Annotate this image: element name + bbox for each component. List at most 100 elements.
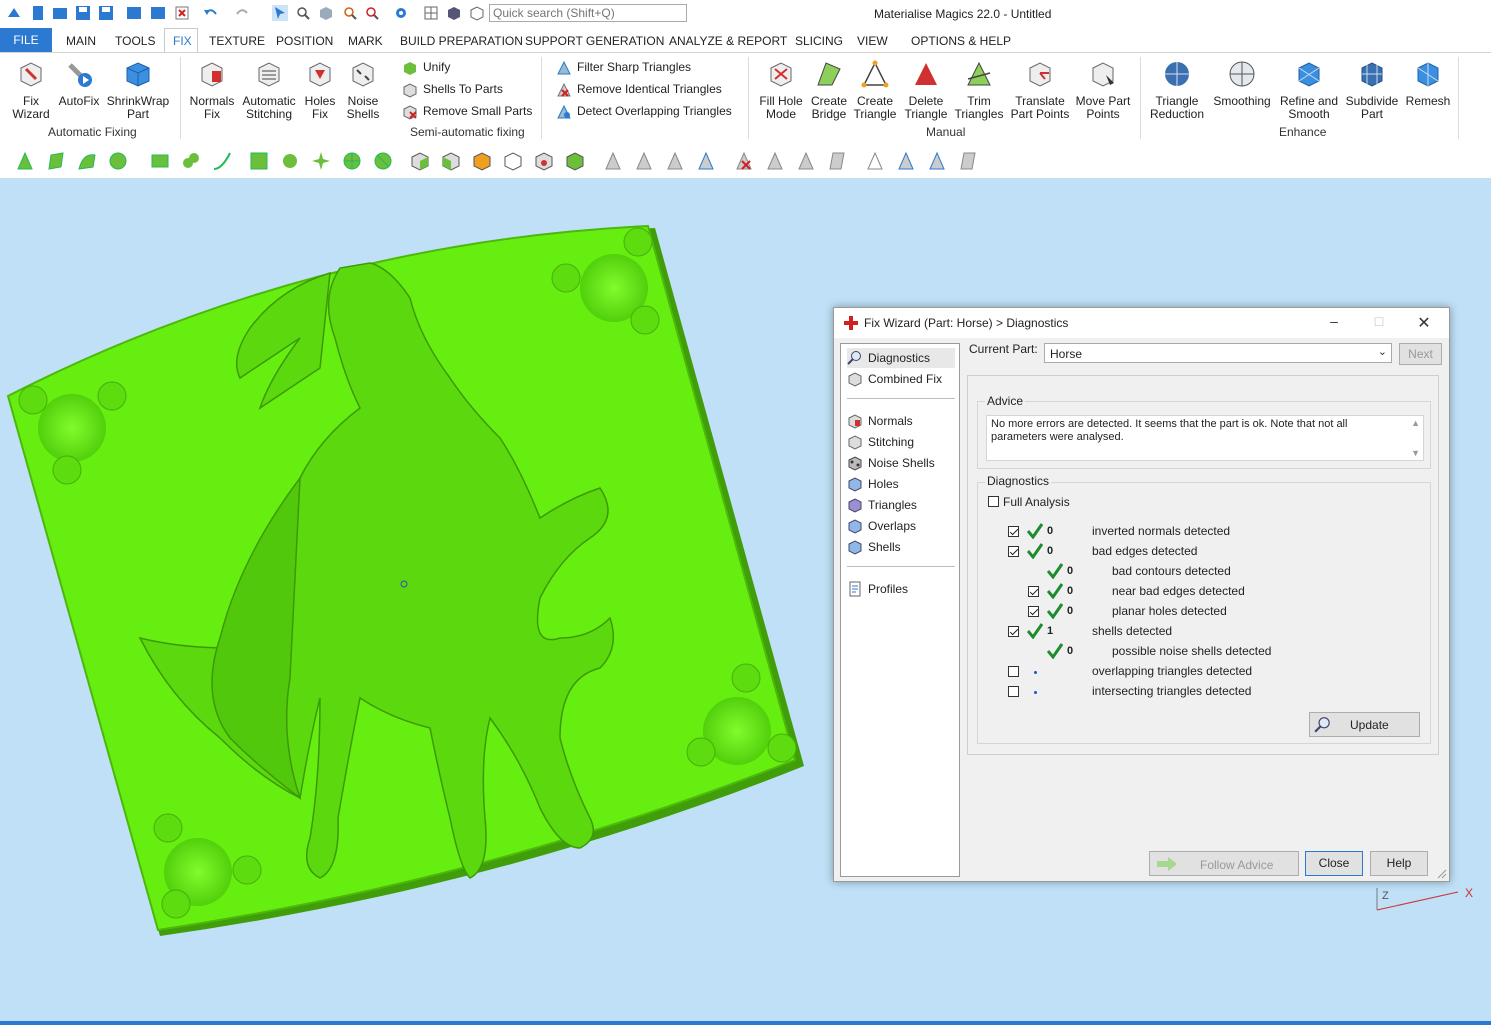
normals-fix-button[interactable]: Normals Fix — [188, 59, 236, 121]
refine-and-smooth-button[interactable]: Refine and Smooth — [1278, 59, 1340, 121]
undo-icon[interactable] — [203, 5, 219, 21]
fill-hole-mode-button[interactable]: Fill Hole Mode — [756, 59, 806, 121]
tab-file[interactable]: FILE — [0, 28, 52, 52]
current-part-select[interactable]: Horse ⌄ — [1044, 343, 1392, 363]
tab-position[interactable]: POSITION — [276, 34, 333, 48]
save-icon[interactable] — [75, 5, 91, 21]
mark-part-alt-icon[interactable] — [441, 151, 461, 171]
unmark-surface-icon[interactable] — [665, 151, 685, 171]
translate-part-points-button[interactable]: Translate Part Points — [1010, 59, 1070, 121]
select-plane-icon[interactable] — [46, 151, 66, 171]
open-icon[interactable] — [52, 5, 68, 21]
tab-analyze-report[interactable]: ANALYZE & REPORT — [669, 34, 787, 48]
move-part-points-button[interactable]: Move Part Points — [1074, 59, 1132, 121]
unify-button[interactable]: Unify — [402, 60, 450, 76]
maximize-button[interactable]: □ — [1369, 313, 1389, 331]
shrinkwrap-part-button[interactable]: ShrinkWrap Part — [104, 59, 172, 121]
automatic-stitching-button[interactable]: Automatic Stitching — [240, 59, 298, 121]
fix-wizard-button[interactable]: Fix Wizard — [8, 59, 54, 121]
diag-checkbox[interactable] — [1028, 606, 1039, 617]
trim-triangles-button[interactable]: Trim Triangles — [954, 59, 1004, 121]
mark-color-part-icon[interactable] — [472, 151, 492, 171]
part-view-icon[interactable] — [318, 5, 334, 21]
select-surface-icon[interactable] — [77, 151, 97, 171]
noise-shells-button[interactable]: Noise Shells — [342, 59, 384, 121]
follow-advice-button[interactable]: Follow Advice — [1149, 851, 1299, 876]
box-icon[interactable] — [469, 5, 485, 21]
remesh-button[interactable]: Remesh — [1404, 59, 1452, 108]
zoom-icon[interactable] — [342, 5, 358, 21]
delete-marked-icon[interactable] — [734, 151, 754, 171]
mark-intersect-icon[interactable] — [927, 151, 947, 171]
scroll-down-icon[interactable]: ▼ — [1411, 448, 1420, 458]
dialog-title-bar[interactable]: Fix Wizard (Part: Horse) > Diagnostics –… — [834, 308, 1449, 338]
remove-small-parts-button[interactable]: Remove Small Parts — [402, 104, 532, 120]
diag-checkbox[interactable] — [1008, 526, 1019, 537]
nav-normals[interactable]: Normals — [847, 411, 955, 431]
update-button[interactable]: Update — [1309, 712, 1420, 737]
zoom-out-icon[interactable] — [364, 5, 380, 21]
tab-options-help[interactable]: OPTIONS & HELP — [911, 34, 1011, 48]
subdivide-part-button[interactable]: Subdivide Part — [1344, 59, 1400, 121]
mark-star-icon[interactable] — [311, 151, 331, 171]
export-icon[interactable] — [150, 5, 166, 21]
tab-main[interactable]: MAIN — [66, 34, 96, 48]
tab-support-generation[interactable]: SUPPORT GENERATION — [525, 34, 664, 48]
mark-all-part-icon[interactable] — [565, 151, 585, 171]
part-icon[interactable] — [446, 5, 462, 21]
mark-region-icon[interactable] — [280, 151, 300, 171]
shells-to-parts-button[interactable]: Shells To Parts — [402, 82, 503, 98]
quick-search-input[interactable] — [489, 4, 687, 22]
help-button[interactable]: Help — [1370, 851, 1428, 876]
smoothing-button[interactable]: Smoothing — [1212, 59, 1272, 108]
nav-triangles[interactable]: Triangles — [847, 495, 955, 515]
grid-icon[interactable] — [423, 5, 439, 21]
unmark-part-icon[interactable] — [503, 151, 523, 171]
diag-checkbox[interactable] — [1008, 546, 1019, 557]
triangle-reduction-button[interactable]: Triangle Reduction — [1148, 59, 1206, 121]
mark-shell-part-icon[interactable] — [534, 151, 554, 171]
tab-mark[interactable]: MARK — [348, 34, 383, 48]
delete-triangle-button[interactable]: Delete Triangle — [902, 59, 950, 121]
mark-wheel-alt-icon[interactable] — [373, 151, 393, 171]
select-shell-icon[interactable] — [108, 151, 128, 171]
zoom-fit-icon[interactable] — [295, 5, 311, 21]
nav-noise-shells[interactable]: Noise Shells — [847, 453, 955, 473]
holes-fix-button[interactable]: Holes Fix — [300, 59, 340, 121]
mark-wheel-icon[interactable] — [342, 151, 362, 171]
nav-stitching[interactable]: Stitching — [847, 432, 955, 452]
mark-curve-icon[interactable] — [181, 151, 201, 171]
tab-build-preparation[interactable]: BUILD PREPARATION — [400, 34, 523, 48]
select-triangle-icon[interactable] — [15, 151, 35, 171]
nav-profiles[interactable]: Profiles — [847, 579, 955, 599]
settings-icon[interactable] — [393, 5, 409, 21]
create-triangle-button[interactable]: Create Triangle — [852, 59, 898, 121]
close-window-button[interactable]: ✕ — [1414, 313, 1434, 332]
import-icon[interactable] — [126, 5, 142, 21]
redo-icon[interactable] — [234, 5, 250, 21]
nav-holes[interactable]: Holes — [847, 474, 955, 494]
unmark-all-icon[interactable] — [865, 151, 885, 171]
resize-grip-icon[interactable] — [1437, 869, 1447, 879]
tab-texture[interactable]: TEXTURE — [209, 34, 265, 48]
create-bridge-button[interactable]: Create Bridge — [808, 59, 850, 121]
unmark-triangle-icon[interactable] — [603, 151, 623, 171]
diag-checkbox[interactable] — [1008, 686, 1019, 697]
save-as-icon[interactable] — [98, 5, 114, 21]
diag-checkbox[interactable] — [1028, 586, 1039, 597]
extract-marked-icon[interactable] — [827, 151, 847, 171]
detect-overlapping-triangles-button[interactable]: Detect Overlapping Triangles — [556, 104, 732, 120]
tab-fix[interactable]: FIX — [173, 34, 192, 48]
mark-contour-icon[interactable] — [249, 151, 269, 171]
mark-noise-icon[interactable] — [958, 151, 978, 171]
close-button[interactable]: Close — [1305, 851, 1363, 876]
mark-line-icon[interactable] — [212, 151, 232, 171]
next-button[interactable]: Next — [1399, 343, 1442, 365]
nav-diagnostics[interactable]: Diagnostics — [847, 348, 955, 368]
tab-view[interactable]: VIEW — [857, 34, 888, 48]
mark-part-icon[interactable] — [410, 151, 430, 171]
invert-marking-icon[interactable] — [765, 151, 785, 171]
diag-checkbox[interactable] — [1008, 626, 1019, 637]
mark-overlap-icon[interactable] — [896, 151, 916, 171]
unmark-plane-icon[interactable] — [634, 151, 654, 171]
